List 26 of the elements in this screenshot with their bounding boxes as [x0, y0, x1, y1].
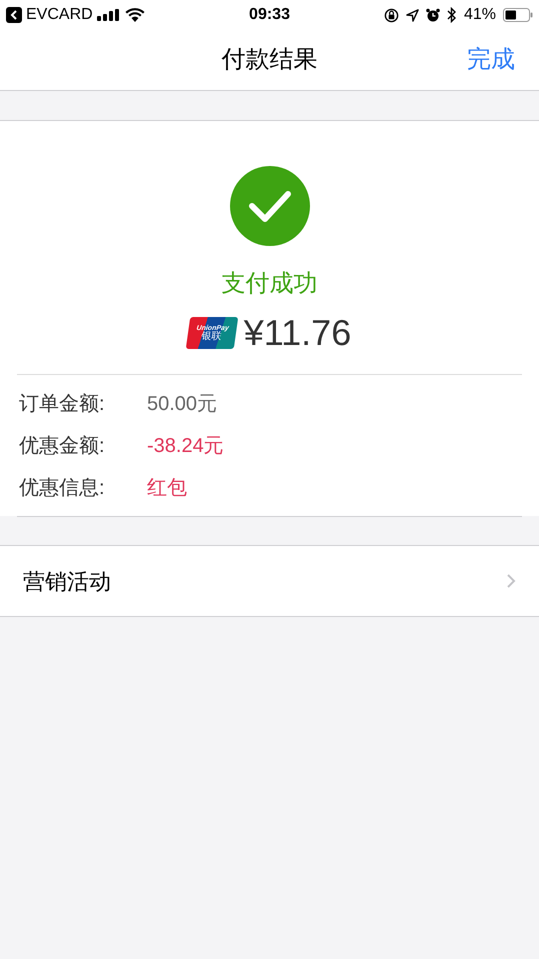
detail-value: -38.24元 [147, 434, 224, 458]
rotation-lock-icon [384, 8, 399, 22]
battery-percent: 41% [464, 5, 496, 25]
signal-icon [96, 9, 121, 21]
bluetooth-icon [446, 7, 457, 23]
alarm-icon [426, 8, 440, 22]
chevron-right-icon [506, 573, 516, 589]
menu-label: 营销活动 [23, 568, 111, 596]
detail-label: 优惠金额: [19, 434, 106, 458]
detail-label: 订单金额: [19, 392, 106, 416]
detail-label: 优惠信息: [19, 476, 106, 500]
back-app-label[interactable]: EVCARD [26, 3, 93, 27]
wifi-icon [124, 8, 145, 22]
detail-value: 红包 [147, 476, 187, 500]
menu-row[interactable]: 营销活动 [0, 545, 539, 617]
back-icon[interactable] [6, 7, 22, 23]
battery-icon [503, 8, 534, 22]
success-check-icon [230, 166, 310, 246]
location-icon [406, 8, 419, 22]
logo-text: 银联 [200, 332, 222, 342]
payment-amount: ¥11.76 [244, 311, 352, 355]
done-button[interactable]: 完成 [467, 42, 515, 78]
detail-value: 50.00元 [147, 392, 218, 416]
clock: 09:33 [249, 5, 290, 25]
payment-status: 支付成功 [222, 269, 318, 299]
page-title: 付款结果 [222, 45, 318, 75]
